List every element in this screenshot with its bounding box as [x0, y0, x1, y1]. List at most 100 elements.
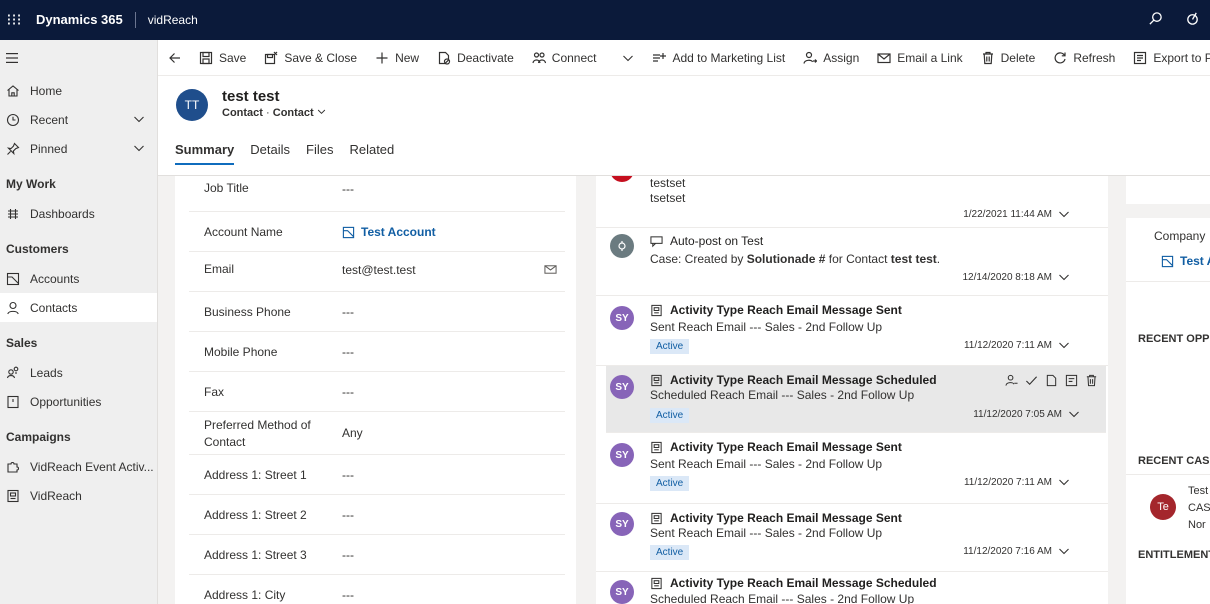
field-label: Address 1: Street 2 [204, 508, 307, 522]
tab-related[interactable]: Related [349, 142, 394, 165]
sidebar-item-contacts[interactable]: Contacts [0, 293, 157, 322]
field-business-phone[interactable]: Business Phone --- [189, 292, 565, 332]
delete-button[interactable]: Delete [972, 40, 1045, 76]
chevron-down-icon[interactable] [1058, 208, 1070, 220]
assign-icon[interactable] [1005, 374, 1018, 387]
add-to-marketing-list-button[interactable]: Add to Marketing List [643, 40, 794, 76]
sidebar-item-leads[interactable]: Leads [0, 358, 157, 387]
sidebar-item-recent[interactable]: Recent [0, 105, 157, 134]
timeline-item-date: 11/12/2020 7:11 AM [964, 339, 1070, 351]
more-commands-chevron[interactable] [613, 40, 643, 76]
waffle-icon[interactable]: ⁝⁝⁝ [0, 10, 28, 30]
sidebar-item-label: Recent [30, 112, 69, 127]
export-to-pdf-button[interactable]: Export to PDF [1124, 40, 1210, 76]
field-value[interactable]: --- [342, 508, 354, 522]
separator-dot: · [266, 107, 273, 119]
recent-opportunities-heading: RECENT OPPO [1138, 333, 1210, 345]
save-and-close-button[interactable]: Save & Close [255, 40, 366, 76]
arrow-left-icon [169, 52, 180, 63]
trash-icon [982, 51, 993, 64]
avatar: SY [610, 512, 634, 536]
chevron-down-icon[interactable] [1058, 476, 1070, 488]
refresh-button[interactable]: Refresh [1044, 40, 1124, 76]
field-fax[interactable]: Fax --- [189, 372, 565, 412]
case-title[interactable]: Test [1188, 485, 1208, 497]
assign-button[interactable]: Assign [794, 40, 868, 76]
trash-icon[interactable] [1085, 374, 1098, 387]
field-account-name[interactable]: Account Name Test Account [189, 212, 565, 252]
sidebar-item-opportunities[interactable]: Opportunities [0, 387, 157, 416]
tab-summary[interactable]: Summary [175, 142, 235, 165]
puzzle-icon [6, 460, 20, 474]
sidebar-item-accounts[interactable]: Accounts [0, 264, 157, 293]
timeline-item[interactable]: Auto-post on Test Case: Created by Solut… [596, 228, 1108, 296]
sidebar-item-vidreach[interactable]: VidReach [0, 481, 157, 510]
sitemap-sidebar: Home Recent Pinned My Work Dashboards Cu… [0, 40, 158, 604]
field-mobile-phone[interactable]: Mobile Phone --- [189, 332, 565, 372]
sidebar-item-home[interactable]: Home [0, 76, 157, 105]
field-value[interactable]: --- [342, 345, 354, 359]
account-lookup-link[interactable]: Test Account [342, 225, 436, 239]
email-a-link-button[interactable]: Email a Link [868, 40, 971, 76]
avatar [610, 176, 634, 182]
task-flow-icon[interactable] [1185, 11, 1200, 29]
search-icon[interactable] [1148, 11, 1163, 29]
deactivate-button[interactable]: Deactivate [428, 40, 523, 76]
record-title: test test [222, 88, 280, 105]
hamburger-icon[interactable] [0, 40, 157, 76]
field-preferred-contact-method[interactable]: Preferred Method of Contact Any [189, 412, 565, 455]
send-email-icon[interactable] [544, 263, 557, 279]
field-value[interactable]: Any [342, 426, 363, 440]
timeline-item-title: Activity Type Reach Email Message Schedu… [650, 373, 937, 387]
sidebar-item-dashboards[interactable]: Dashboards [0, 199, 157, 228]
form-selector[interactable]: Contact [273, 107, 326, 119]
back-button[interactable] [158, 40, 190, 76]
field-value[interactable]: --- [342, 182, 354, 196]
field-email[interactable]: Email test@test.test [189, 252, 565, 292]
field-value[interactable]: --- [342, 468, 354, 482]
field-value[interactable]: --- [342, 548, 354, 562]
sidebar-item-pinned[interactable]: Pinned [0, 134, 157, 163]
chevron-down-icon[interactable] [1058, 545, 1070, 557]
chevron-down-icon[interactable] [133, 142, 145, 157]
field-address-city[interactable]: Address 1: City --- [189, 575, 565, 604]
auto-post-avatar [610, 234, 634, 258]
field-value[interactable]: --- [342, 588, 354, 602]
field-value[interactable]: --- [342, 385, 354, 399]
chevron-down-icon[interactable] [1058, 339, 1070, 351]
tab-details[interactable]: Details [250, 142, 290, 165]
nav-group-sales: Sales [6, 336, 38, 350]
checkmark-icon[interactable] [1025, 374, 1038, 387]
chevron-down-icon[interactable] [1068, 408, 1080, 420]
field-job-title[interactable]: Job Title --- [189, 176, 565, 212]
timeline-item[interactable]: testset tsetset 1/22/2021 11:44 AM [596, 176, 1108, 228]
company-lookup-link[interactable]: Test A [1161, 254, 1210, 268]
timeline-item[interactable]: SY Activity Type Reach Email Message Sen… [596, 296, 1108, 366]
product-name[interactable]: Dynamics 365 [36, 12, 136, 28]
chevron-down-icon[interactable] [1058, 271, 1070, 283]
open-record-icon[interactable] [1065, 374, 1078, 387]
timeline-item[interactable]: SY Activity Type Reach Email Message Sch… [606, 366, 1106, 433]
timeline-item[interactable]: SY Activity Type Reach Email Message Sch… [596, 572, 1108, 604]
chevron-down-icon[interactable] [133, 113, 145, 128]
connect-button[interactable]: Connect [523, 40, 606, 76]
tab-files[interactable]: Files [306, 142, 333, 165]
assign-icon [803, 51, 818, 64]
field-value[interactable]: --- [342, 305, 354, 319]
timeline-item[interactable]: SY Activity Type Reach Email Message Sen… [596, 504, 1108, 572]
divider [1126, 474, 1210, 475]
new-button[interactable]: New [366, 40, 428, 76]
sidebar-item-vidreach-event-activity[interactable]: VidReach Event Activ... [0, 452, 157, 481]
close-activity-icon[interactable] [1045, 374, 1058, 387]
timeline-item-title: Activity Type Reach Email Message Sent [650, 511, 902, 525]
timeline-item[interactable]: SY Activity Type Reach Email Message Sen… [596, 433, 1108, 504]
timeline-item-body: Case: Created by Solutionade # for Conta… [650, 252, 941, 266]
field-address-street-3[interactable]: Address 1: Street 3 --- [189, 535, 565, 575]
field-value[interactable]: test@test.test [342, 263, 416, 277]
form-tabs: Summary Details Files Related [175, 142, 394, 165]
app-name[interactable]: vidReach [148, 13, 198, 27]
sidebar-item-label: Dashboards [30, 206, 95, 221]
field-address-street-2[interactable]: Address 1: Street 2 --- [189, 495, 565, 535]
field-address-street-1[interactable]: Address 1: Street 1 --- [189, 455, 565, 495]
save-button[interactable]: Save [190, 40, 255, 76]
